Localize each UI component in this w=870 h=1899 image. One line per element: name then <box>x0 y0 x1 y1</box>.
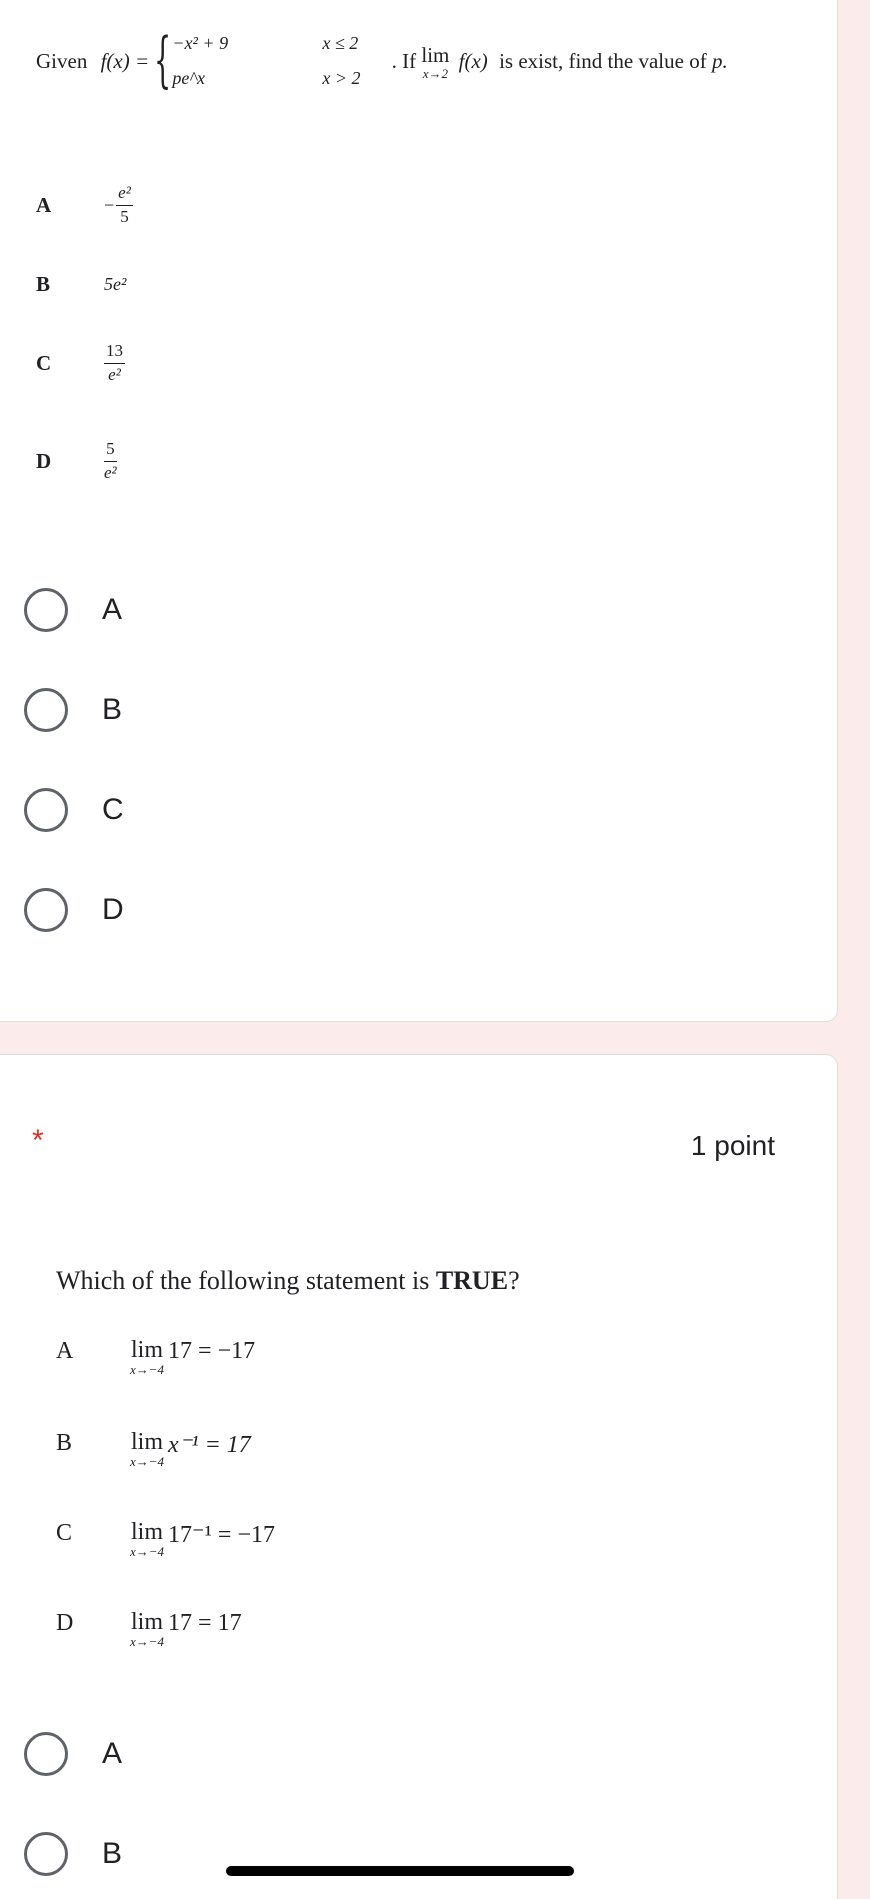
fraction: 13 e² <box>104 341 125 384</box>
numerator: e² <box>116 183 133 206</box>
choice-a: A − e² 5 <box>36 183 133 226</box>
choice-d: D lim x→−4 17 = 17 <box>56 1610 242 1650</box>
radio-label: C <box>102 793 124 826</box>
limit-expression: lim x→2 <box>421 42 450 82</box>
radio-circle[interactable] <box>24 788 68 832</box>
choice-letter: D <box>36 448 52 473</box>
lim-subscript: x→2 <box>422 65 449 81</box>
choice-letter: A <box>56 1338 74 1364</box>
radio-option-a[interactable]: A <box>24 1732 122 1776</box>
choice-expression: x⁻¹ = 17 <box>168 1432 251 1458</box>
prompt-text: Which of the following statement is <box>56 1266 430 1295</box>
choice-expression: 5e² <box>104 274 127 294</box>
lim-subscript: x→−4 <box>130 1634 165 1649</box>
case-1-condition: x ≤ 2 <box>322 33 359 53</box>
variable-p: p. <box>711 48 728 73</box>
choice-c: C 13 e² <box>36 341 125 384</box>
question-card-2 <box>0 1054 838 1899</box>
choice-letter: A <box>36 192 52 217</box>
case-2-expression: pe^x <box>172 68 205 88</box>
choice-expression: 17 = −17 <box>168 1338 256 1364</box>
radio-option-a[interactable]: A <box>24 588 122 632</box>
denominator: e² <box>104 462 117 482</box>
question-1-text: Given f(x) = { −x² + 9 x ≤ 2 pe^x x > 2 … <box>36 28 728 98</box>
radio-circle[interactable] <box>24 1732 68 1776</box>
prompt-end: ? <box>508 1266 520 1295</box>
radio-label: A <box>102 593 123 626</box>
numerator: 5 <box>104 439 117 462</box>
prompt-bold: TRUE <box>435 1266 509 1295</box>
choice-c: C lim x→−4 17⁻¹ = −17 <box>56 1520 275 1560</box>
lim-subscript: x→−4 <box>130 1544 165 1559</box>
function-definition: f(x) = <box>100 48 150 73</box>
question-card-1 <box>0 0 838 1022</box>
radio-label: B <box>102 693 123 726</box>
denominator: e² <box>108 364 121 384</box>
lim-word: lim <box>131 1519 164 1545</box>
fraction: e² 5 <box>116 183 133 226</box>
radio-label: A <box>102 1737 123 1770</box>
points-label: 1 point <box>690 1130 775 1161</box>
choice-letter: B <box>36 272 51 296</box>
lim-word: lim <box>131 1609 164 1635</box>
radio-circle[interactable] <box>24 588 68 632</box>
choice-letter: B <box>56 1430 73 1456</box>
choice-expression: 17⁻¹ = −17 <box>168 1522 275 1548</box>
choice-letter: D <box>56 1610 74 1636</box>
question-rest-text: is exist, find the value of <box>499 48 707 73</box>
limit-function: f(x) <box>458 48 488 73</box>
numerator: 13 <box>104 341 125 364</box>
minus-sign: − <box>104 194 115 215</box>
lim-subscript: x→−4 <box>130 1362 165 1377</box>
radio-label: B <box>102 1837 123 1870</box>
radio-option-c[interactable]: C <box>24 788 124 832</box>
radio-option-b[interactable]: B <box>24 1832 122 1876</box>
brace-symbol: { <box>154 25 172 95</box>
denominator: 5 <box>120 206 129 226</box>
choice-b: B lim x→−4 x⁻¹ = 17 <box>56 1430 251 1470</box>
limit-operator: lim x→−4 <box>130 1338 164 1378</box>
case-2-condition: x > 2 <box>322 68 361 88</box>
choice-a: A lim x→−4 17 = −17 <box>56 1338 255 1378</box>
limit-operator: lim x→−4 <box>130 1520 164 1560</box>
given-label: Given <box>36 48 88 73</box>
choice-letter: C <box>56 1520 73 1546</box>
required-asterisk: * <box>32 1124 44 1157</box>
lim-word: lim <box>131 1429 164 1455</box>
radio-option-b[interactable]: B <box>24 688 122 732</box>
home-indicator-bar <box>226 1866 574 1876</box>
lim-word: lim <box>421 42 450 67</box>
radio-option-d[interactable]: D <box>24 888 124 932</box>
radio-label: D <box>102 893 124 926</box>
radio-circle[interactable] <box>24 888 68 932</box>
choice-b: B 5e² <box>36 272 126 297</box>
choice-letter: C <box>36 350 52 375</box>
limit-operator: lim x→−4 <box>130 1610 164 1650</box>
radio-circle[interactable] <box>24 688 68 732</box>
if-text: . If <box>391 48 417 73</box>
question-2-text: Which of the following statement is TRUE… <box>56 1266 520 1296</box>
radio-circle[interactable] <box>24 1832 68 1876</box>
piecewise-cases: { −x² + 9 x ≤ 2 pe^x x > 2 <box>154 28 386 98</box>
lim-subscript: x→−4 <box>130 1454 165 1469</box>
lim-word: lim <box>131 1337 164 1363</box>
case-1-expression: −x² + 9 <box>172 33 229 53</box>
choice-expression: 17 = 17 <box>168 1610 242 1636</box>
fraction: 5 e² <box>104 439 117 482</box>
choice-d: D 5 e² <box>36 439 117 482</box>
limit-operator: lim x→−4 <box>130 1430 164 1470</box>
